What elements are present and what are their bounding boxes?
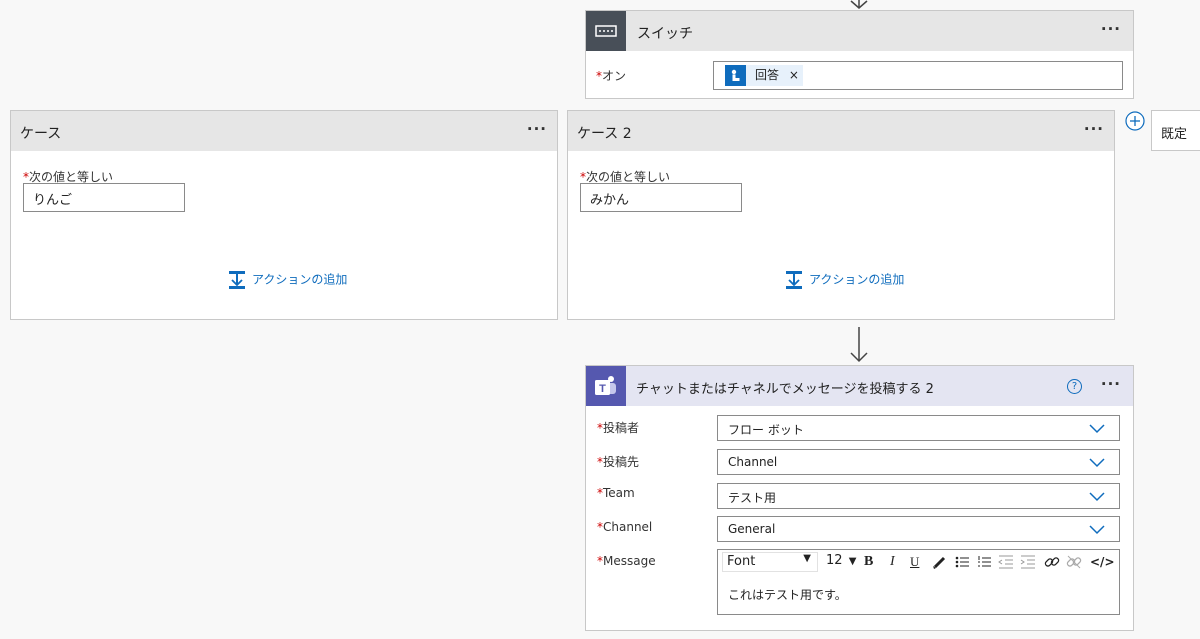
numbered-list-icon[interactable] [976, 554, 992, 570]
post-in-label: *投稿先 [597, 455, 640, 469]
token-answer[interactable]: 回答 × [725, 65, 803, 86]
add-action-icon [229, 271, 245, 289]
teams-post-card: T チャットまたはチャネルでメッセージを投稿する 2 ? ··· *投稿者 フロ… [585, 365, 1134, 631]
caret-down-icon: ▼ [803, 553, 811, 564]
unlink-icon[interactable] [1066, 554, 1082, 570]
teams-icon: T [586, 366, 626, 406]
default-case-card[interactable]: 既定 [1151, 110, 1200, 151]
post-in-dropdown[interactable]: Channel [717, 449, 1120, 475]
switch-icon [586, 11, 626, 51]
bullet-list-icon[interactable] [954, 554, 970, 570]
connector-arrow-teams [850, 327, 868, 363]
token-label: 回答 [755, 68, 780, 82]
connector-arrow-top [850, 0, 868, 9]
link-icon[interactable] [1044, 554, 1060, 570]
editor-toolbar: Font ▼ 12 ▼ B I U </> [718, 550, 1119, 574]
caret-down-icon: ▼ [848, 556, 857, 567]
case2-card: ケース 2 ··· *次の値と等しい みかん アクションの追加 [567, 110, 1115, 320]
font-size-select[interactable]: 12 ▼ [824, 552, 860, 572]
add-action-icon [786, 271, 802, 289]
chevron-down-icon [1089, 458, 1105, 468]
font-select[interactable]: Font ▼ [722, 552, 818, 572]
switch-card-header[interactable]: スイッチ ··· [586, 11, 1133, 51]
message-text[interactable]: これはテスト用です。 [728, 586, 847, 603]
post-as-label: *投稿者 [597, 421, 640, 435]
case2-more-button[interactable]: ··· [1084, 122, 1104, 137]
code-view-button[interactable]: </> [1090, 555, 1115, 569]
default-case-title: 既定 [1161, 127, 1188, 142]
channel-dropdown[interactable]: General [717, 516, 1120, 542]
case1-card: ケース ··· *次の値と等しい りんご アクションの追加 [10, 110, 558, 320]
indent-icon[interactable] [1020, 554, 1036, 570]
token-remove-button[interactable]: × [789, 65, 799, 86]
case2-title: ケース 2 [577, 126, 632, 142]
teams-more-button[interactable]: ··· [1101, 377, 1121, 392]
case2-add-action-button[interactable]: アクションの追加 [785, 270, 904, 290]
message-editor: Font ▼ 12 ▼ B I U </> これはテスト用です。 [717, 549, 1120, 615]
help-icon[interactable]: ? [1067, 379, 1082, 394]
underline-button[interactable]: U [910, 554, 919, 570]
italic-button[interactable]: I [890, 554, 895, 570]
highlight-pen-icon[interactable] [932, 554, 948, 570]
case1-title: ケース [20, 126, 62, 142]
forms-token-icon [725, 65, 746, 86]
outdent-icon[interactable] [998, 554, 1014, 570]
case2-card-header[interactable]: ケース 2 ··· [568, 111, 1114, 151]
message-label: *Message [597, 554, 656, 568]
bold-button[interactable]: B [864, 554, 873, 570]
chevron-down-icon [1089, 492, 1105, 502]
add-case-plus-icon[interactable] [1124, 110, 1146, 132]
team-label: *Team [597, 486, 635, 500]
case1-value-input[interactable]: りんご [23, 183, 185, 212]
case2-value-input[interactable]: みかん [580, 183, 742, 212]
teams-card-header[interactable]: T チャットまたはチャネルでメッセージを投稿する 2 ? ··· [586, 366, 1133, 406]
channel-label: *Channel [597, 520, 653, 534]
post-as-dropdown[interactable]: フロー ボット [717, 415, 1120, 441]
team-dropdown[interactable]: テスト用 [717, 483, 1120, 509]
switch-card: スイッチ ··· *オン 回答 × [585, 10, 1134, 99]
switch-more-button[interactable]: ··· [1101, 22, 1121, 37]
switch-on-label: *オン [596, 69, 627, 83]
chevron-down-icon [1089, 424, 1105, 434]
teams-card-title: チャットまたはチャネルでメッセージを投稿する 2 [636, 382, 934, 397]
switch-title: スイッチ [637, 26, 693, 42]
svg-text:T: T [599, 383, 606, 395]
case1-more-button[interactable]: ··· [527, 122, 547, 137]
chevron-down-icon [1089, 525, 1105, 535]
case1-card-header[interactable]: ケース ··· [11, 111, 557, 151]
switch-on-input[interactable]: 回答 × [713, 61, 1123, 90]
case1-add-action-button[interactable]: アクションの追加 [228, 270, 347, 290]
